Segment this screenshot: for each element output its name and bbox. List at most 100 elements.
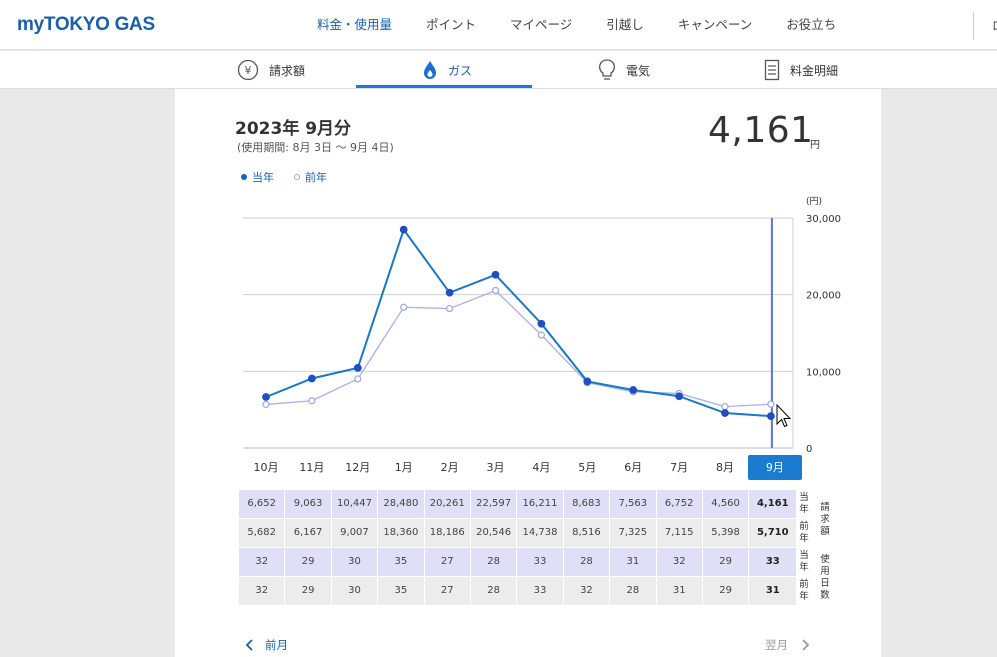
month-tab[interactable]: 10月 bbox=[243, 455, 289, 480]
table-cell: 4,560 bbox=[702, 490, 750, 518]
table-cell: 7,563 bbox=[610, 490, 657, 518]
table-cell: 28 bbox=[563, 548, 611, 576]
table-cell: 28 bbox=[470, 548, 518, 576]
row-label: 当年 bbox=[799, 492, 809, 515]
table-cell: 31 bbox=[656, 577, 703, 605]
table-cell: 6,167 bbox=[285, 519, 332, 547]
table-cell: 16,211 bbox=[517, 490, 564, 518]
row-label: 前年 bbox=[799, 579, 809, 602]
month-tab[interactable]: 5月 bbox=[564, 455, 610, 480]
table-row: 6,652 9,063 10,447 28,480 20,261 22,597 16,211… bbox=[239, 490, 798, 519]
table-cell: 29 bbox=[702, 577, 750, 605]
data-point-current bbox=[675, 392, 683, 401]
data-point-current bbox=[767, 412, 775, 420]
month-tab[interactable]: 4月 bbox=[518, 455, 564, 480]
table-cell: 6,752 bbox=[656, 490, 703, 518]
data-point-previous bbox=[262, 400, 270, 409]
data-point-previous bbox=[446, 304, 454, 313]
table-cell: 33 bbox=[517, 548, 564, 576]
data-point-previous bbox=[400, 303, 408, 311]
days-side-label: 使用日数 bbox=[820, 554, 830, 601]
table-cell: 30 bbox=[331, 548, 379, 576]
table-cell: 31 bbox=[610, 548, 657, 576]
table-cell: 32 bbox=[239, 577, 286, 605]
next-month-link[interactable]: 翌月 bbox=[765, 637, 810, 653]
table-cell: 29 bbox=[285, 577, 332, 605]
table-cell: 35 bbox=[378, 577, 425, 605]
month-tab[interactable]: 6月 bbox=[610, 455, 656, 480]
data-point-previous bbox=[491, 286, 500, 295]
table-cell: 7,325 bbox=[610, 519, 657, 547]
month-tab[interactable]: 7月 bbox=[656, 455, 702, 480]
table-row: 5,682 6,167 9,007 18,360 18,186 20,546 14,738 8… bbox=[239, 519, 798, 548]
y-tick-label: 10,000 bbox=[806, 367, 841, 378]
table-cell: 10,447 bbox=[331, 490, 379, 518]
month-tab[interactable]: 3月 bbox=[473, 455, 519, 480]
table-cell: 32 bbox=[239, 548, 286, 576]
table-cell: 8,516 bbox=[563, 519, 611, 547]
table-cell: 35 bbox=[378, 548, 425, 576]
table-cell: 27 bbox=[424, 577, 471, 605]
table-cell: 8,683 bbox=[563, 490, 611, 518]
table-cell: 5,710 bbox=[749, 519, 798, 547]
data-point-current bbox=[262, 393, 270, 401]
data-point-current bbox=[629, 386, 638, 394]
data-point-current bbox=[721, 409, 729, 417]
month-tab[interactable]: 12月 bbox=[335, 455, 381, 480]
table-row: 32 29 30 35 27 28 33 28 31 32 29 33 bbox=[239, 548, 798, 577]
table-cell: 22,597 bbox=[470, 490, 518, 518]
data-point-previous bbox=[308, 397, 316, 405]
data-point-previous bbox=[354, 375, 362, 383]
row-label: 前年 bbox=[799, 521, 809, 544]
data-point-previous bbox=[537, 331, 546, 339]
table-cell: 28,480 bbox=[378, 490, 425, 518]
table-cell: 18,360 bbox=[378, 519, 425, 547]
table-cell: 5,398 bbox=[702, 519, 750, 547]
month-tab[interactable]: 11月 bbox=[289, 455, 335, 480]
table-cell: 20,546 bbox=[470, 519, 518, 547]
table-cell: 33 bbox=[517, 577, 564, 605]
data-point-current bbox=[583, 377, 592, 386]
month-tab[interactable]: 9月 bbox=[747, 455, 802, 480]
y-axis-unit: (円) bbox=[806, 196, 822, 207]
table-cell: 18,186 bbox=[424, 519, 471, 547]
data-point-current bbox=[491, 270, 500, 279]
mouse-cursor-icon bbox=[776, 403, 792, 428]
table-cell: 4,161 bbox=[749, 490, 798, 518]
data-point-current bbox=[445, 288, 454, 297]
data-point-previous bbox=[767, 400, 775, 408]
month-tab[interactable]: 2月 bbox=[427, 455, 473, 480]
table-cell: 28 bbox=[610, 577, 657, 605]
table-cell: 29 bbox=[285, 548, 332, 576]
chevron-left-icon bbox=[245, 639, 253, 651]
table-cell: 9,063 bbox=[285, 490, 332, 518]
table-cell: 6,652 bbox=[239, 490, 286, 518]
table-cell: 28 bbox=[470, 577, 518, 605]
table-cell: 32 bbox=[656, 548, 703, 576]
table-cell: 27 bbox=[424, 548, 471, 576]
data-point-current bbox=[537, 319, 546, 328]
y-tick-label: 0 bbox=[806, 444, 812, 455]
table-row: 32 29 30 35 27 28 33 32 28 31 29 31 bbox=[239, 577, 798, 606]
data-point-current bbox=[308, 374, 316, 383]
billing-side-label: 請求額 bbox=[820, 502, 830, 537]
table-cell: 33 bbox=[749, 548, 798, 576]
series-line-previous bbox=[265, 289, 771, 408]
data-point-current bbox=[399, 225, 408, 234]
row-label: 当年 bbox=[799, 550, 809, 573]
y-tick-label: 30,000 bbox=[806, 214, 841, 225]
table-cell: 31 bbox=[749, 577, 798, 605]
prev-month-link[interactable]: 前月 bbox=[245, 637, 288, 653]
table-cell: 32 bbox=[563, 577, 611, 605]
month-tab[interactable]: 8月 bbox=[702, 455, 748, 480]
month-selector: 10月 11月 12月 1月 2月 3月 4月 5月 6月 7月 8月 9月 bbox=[243, 455, 802, 480]
series-line-current bbox=[265, 227, 771, 418]
y-tick-label: 20,000 bbox=[806, 291, 841, 302]
table-cell: 29 bbox=[702, 548, 750, 576]
data-point-current bbox=[353, 364, 362, 372]
table-cell: 20,261 bbox=[424, 490, 471, 518]
table-cell: 9,007 bbox=[331, 519, 379, 547]
table-cell: 30 bbox=[331, 577, 379, 605]
month-tab[interactable]: 1月 bbox=[381, 455, 427, 480]
data-point-previous bbox=[721, 403, 729, 411]
